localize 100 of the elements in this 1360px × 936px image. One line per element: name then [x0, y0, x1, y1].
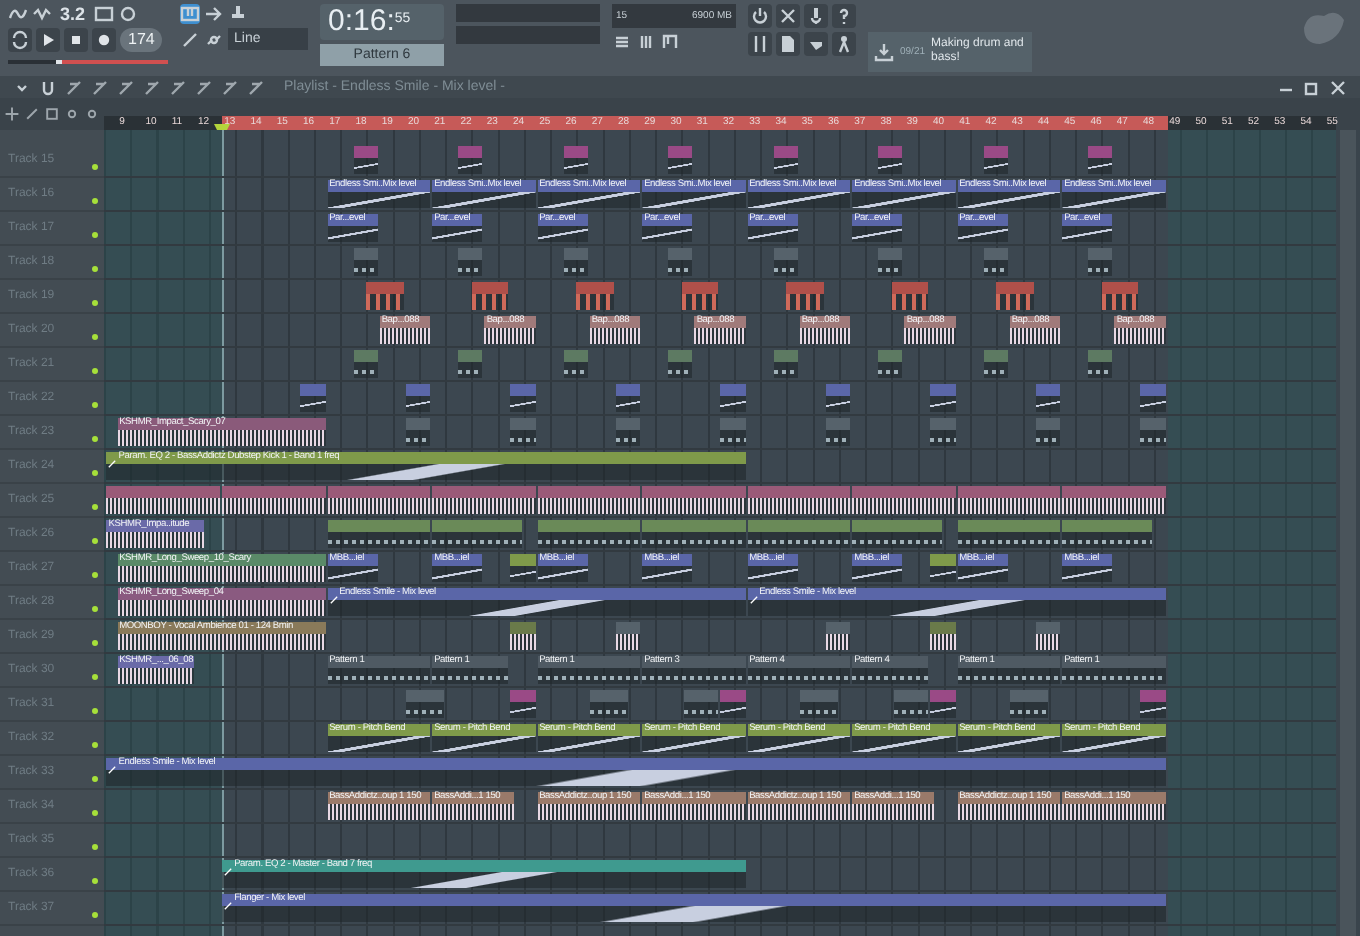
playlist-clip[interactable] — [825, 622, 851, 650]
playlist-clip[interactable] — [878, 146, 903, 174]
playlist-clip[interactable] — [576, 282, 614, 310]
pencil-icon[interactable] — [24, 106, 40, 122]
keyboard-icon[interactable] — [180, 4, 200, 24]
mixer-icon[interactable] — [748, 32, 772, 56]
move-icon[interactable] — [4, 106, 20, 122]
track-switch[interactable] — [92, 436, 98, 442]
playlist-clip[interactable] — [983, 248, 1008, 276]
playlist-clip[interactable] — [930, 690, 956, 718]
playlist-clip[interactable] — [996, 282, 1034, 310]
playlist-clip[interactable] — [432, 520, 522, 548]
playlist-clip[interactable] — [510, 418, 536, 446]
playlist-clip[interactable] — [222, 486, 326, 514]
track-switch[interactable] — [92, 844, 98, 850]
playlist-clip[interactable] — [668, 350, 693, 378]
playlist-clip[interactable] — [891, 282, 929, 310]
track-switch[interactable] — [92, 470, 98, 476]
playlist-clip[interactable] — [825, 418, 851, 446]
playlist-clip[interactable] — [327, 486, 431, 514]
playlist-clip[interactable] — [458, 146, 483, 174]
arrow-icon[interactable] — [204, 4, 224, 24]
playlist-clip[interactable] — [106, 486, 221, 514]
playlist-clip[interactable] — [1035, 418, 1061, 446]
playlist-clip[interactable] — [366, 282, 404, 310]
playlist-clip[interactable] — [537, 486, 641, 514]
playlist-clip[interactable] — [353, 350, 378, 378]
track-switch[interactable] — [92, 300, 98, 306]
playlist-icon[interactable] — [612, 32, 632, 52]
playlist-clip[interactable] — [510, 622, 536, 650]
stamp-icon[interactable] — [228, 4, 248, 24]
file-icon[interactable] — [776, 32, 800, 56]
playlist-clip[interactable] — [983, 146, 1008, 174]
playlist-clip[interactable] — [353, 248, 378, 276]
track-switch[interactable] — [92, 878, 98, 884]
download-icon[interactable] — [874, 42, 894, 62]
playlist-clip[interactable] — [642, 520, 746, 548]
playlist-clip[interactable] — [563, 146, 588, 174]
track-switch[interactable] — [92, 912, 98, 918]
track-switch[interactable] — [92, 640, 98, 646]
playlist-clip[interactable] — [510, 690, 536, 718]
magnet-icon[interactable] — [38, 77, 58, 97]
playlist-clip[interactable] — [720, 418, 746, 446]
playlist-clip[interactable] — [668, 146, 693, 174]
playlist-clip[interactable] — [458, 350, 483, 378]
pencil-icon[interactable] — [180, 29, 200, 49]
tempo-field[interactable]: 174 — [120, 28, 163, 52]
playlist-clip[interactable] — [537, 520, 641, 548]
playlist-clip[interactable] — [1140, 384, 1166, 412]
playlist-clip[interactable] — [1062, 486, 1166, 514]
playlist-clip[interactable] — [786, 282, 824, 310]
track-switch[interactable] — [92, 572, 98, 578]
playlist-clip[interactable] — [405, 384, 431, 412]
power-icon[interactable] — [748, 4, 772, 28]
track-switch[interactable] — [92, 776, 98, 782]
playlist-clip[interactable] — [930, 554, 956, 582]
playlist-clip[interactable] — [720, 690, 746, 718]
playlist-clip[interactable] — [930, 384, 956, 412]
playlist-clip[interactable] — [957, 520, 1061, 548]
track-switch[interactable] — [92, 164, 98, 170]
person-icon[interactable] — [832, 32, 856, 56]
playlist-clip[interactable] — [684, 690, 719, 718]
playlist-clip[interactable] — [563, 248, 588, 276]
playlist-clip[interactable] — [720, 384, 746, 412]
playlist-clip[interactable] — [878, 350, 903, 378]
playlist-clip[interactable] — [510, 554, 536, 582]
track-switch[interactable] — [92, 674, 98, 680]
track-switch[interactable] — [92, 232, 98, 238]
playlist-clip[interactable] — [878, 248, 903, 276]
playlist-clip[interactable] — [1088, 248, 1113, 276]
playlist-clip[interactable] — [589, 690, 627, 718]
track-switch[interactable] — [92, 538, 98, 544]
playlist-clip[interactable] — [1062, 520, 1152, 548]
help-icon[interactable] — [832, 4, 856, 28]
playlist-clip[interactable] — [432, 486, 536, 514]
playlist-clip[interactable] — [327, 520, 431, 548]
playlist-clip[interactable] — [681, 282, 719, 310]
track-switch[interactable] — [92, 708, 98, 714]
playlist-clip[interactable] — [563, 350, 588, 378]
playlist-clip[interactable] — [1009, 690, 1047, 718]
playlist-clip[interactable] — [300, 384, 326, 412]
pencil-icon[interactable] — [64, 77, 84, 97]
playlist-clip[interactable] — [615, 418, 641, 446]
track-switch[interactable] — [92, 368, 98, 374]
close-icon[interactable] — [1328, 77, 1348, 97]
track-switch[interactable] — [92, 606, 98, 612]
playlist-clip[interactable] — [615, 384, 641, 412]
playlist-clip[interactable] — [471, 282, 509, 310]
playlist-clip[interactable] — [1101, 282, 1139, 310]
playlist-clip[interactable] — [799, 690, 837, 718]
playlist-clip[interactable] — [353, 146, 378, 174]
playlist-clip[interactable] — [405, 690, 444, 718]
playlist-clip[interactable] — [773, 350, 798, 378]
playlist-clip[interactable] — [642, 486, 746, 514]
playlist-clip[interactable] — [1088, 350, 1113, 378]
playlist-clip[interactable] — [668, 248, 693, 276]
playlist-clip[interactable] — [852, 486, 956, 514]
track-switch[interactable] — [92, 266, 98, 272]
stop-icon[interactable] — [64, 28, 88, 52]
restore-icon[interactable] — [1302, 77, 1322, 97]
